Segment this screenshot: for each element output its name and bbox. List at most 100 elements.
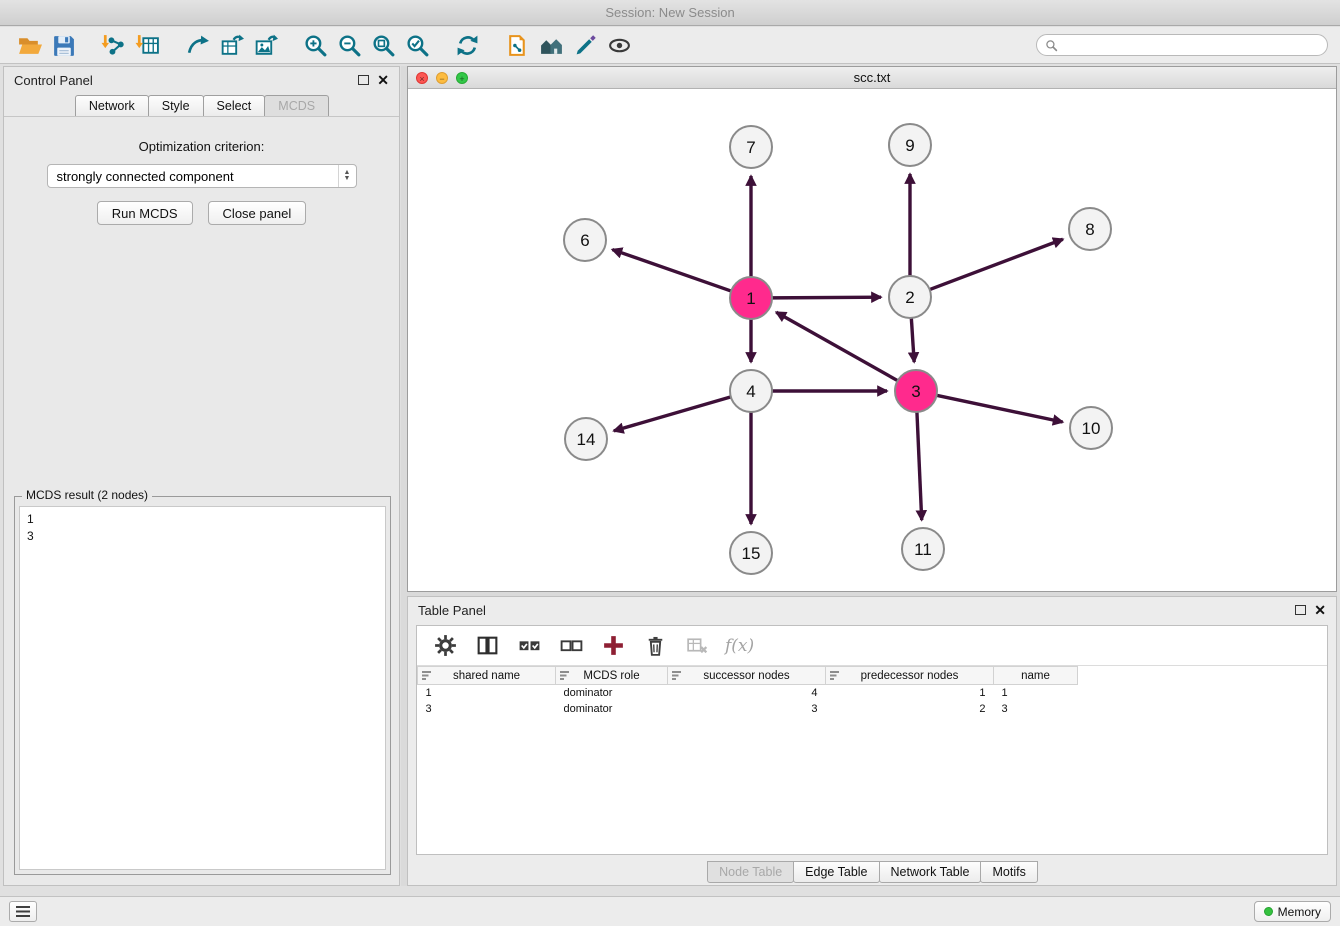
show-columns-button[interactable] — [473, 631, 501, 661]
graph-canvas[interactable]: 7 9 6 8 1 2 4 3 14 10 15 11 — [408, 89, 1336, 591]
graph-node-8[interactable]: 8 — [1069, 208, 1111, 250]
column-header-mcds-role[interactable]: MCDS role — [556, 667, 668, 685]
zoom-fit-icon — [371, 33, 396, 58]
table-cell[interactable]: 3 — [668, 701, 826, 717]
graph-node-2[interactable]: 2 — [889, 276, 931, 318]
new-network-button[interactable] — [180, 30, 214, 60]
tab-node-table[interactable]: Node Table — [707, 861, 794, 883]
tab-network[interactable]: Network — [75, 95, 149, 116]
graph-node-9[interactable]: 9 — [889, 124, 931, 166]
tab-mcds[interactable]: MCDS — [264, 95, 329, 116]
annotation-brush-button[interactable] — [568, 30, 602, 60]
zoom-in-button[interactable] — [298, 30, 332, 60]
open-file-button[interactable] — [12, 30, 46, 60]
checked-boxes-icon — [517, 633, 542, 658]
zoom-selected-button[interactable] — [400, 30, 434, 60]
add-row-button[interactable] — [599, 631, 627, 661]
graph-edge-1-2[interactable] — [772, 297, 881, 298]
deselect-all-button[interactable] — [557, 631, 585, 661]
delete-row-button[interactable] — [641, 631, 669, 661]
houses-icon — [539, 33, 564, 58]
table-cell[interactable]: 1 — [418, 685, 556, 701]
apply-style-button[interactable] — [500, 30, 534, 60]
export-image-button[interactable] — [248, 30, 282, 60]
table-row[interactable]: 1dominator411 — [418, 685, 1078, 701]
table-row[interactable]: 3dominator323 — [418, 701, 1078, 717]
search-input[interactable] — [1063, 38, 1319, 52]
graph-edge-2-3[interactable] — [911, 318, 914, 362]
task-history-button[interactable] — [9, 901, 37, 922]
graph-edge-3-1[interactable] — [776, 312, 897, 380]
first-neighbors-button[interactable] — [534, 30, 568, 60]
control-panel-title: Control Panel — [14, 73, 93, 88]
clone-network-button[interactable] — [214, 30, 248, 60]
table-cell[interactable]: dominator — [556, 701, 668, 717]
tab-network-table[interactable]: Network Table — [879, 861, 982, 883]
column-header-shared-name[interactable]: shared name — [418, 667, 556, 685]
import-network-button[interactable] — [96, 30, 130, 60]
column-header-successor-nodes[interactable]: successor nodes — [668, 667, 826, 685]
close-panel-icon[interactable]: ✕ — [377, 75, 389, 85]
save-session-button[interactable] — [46, 30, 80, 60]
float-panel-icon[interactable] — [358, 75, 369, 85]
criterion-dropdown[interactable]: strongly connected component ▲▼ — [47, 164, 357, 188]
mcds-result-line: 1 — [27, 511, 378, 528]
network-window-title: scc.txt — [854, 70, 891, 85]
graph-node-11[interactable]: 11 — [902, 528, 944, 570]
window-minimize-button[interactable]: − — [436, 72, 448, 84]
network-canvas[interactable]: 7 9 6 8 1 2 4 3 14 10 15 11 — [408, 89, 1336, 591]
column-type-icon — [422, 670, 433, 681]
graph-node-15[interactable]: 15 — [730, 532, 772, 574]
zoom-fit-button[interactable] — [366, 30, 400, 60]
tab-select[interactable]: Select — [203, 95, 266, 116]
select-all-button[interactable] — [515, 631, 543, 661]
table-settings-button[interactable] — [431, 631, 459, 661]
memory-button[interactable]: Memory — [1254, 901, 1331, 922]
mcds-result-list[interactable]: 1 3 — [19, 506, 386, 870]
column-header-predecessor-nodes[interactable]: predecessor nodes — [826, 667, 994, 685]
zoom-out-button[interactable] — [332, 30, 366, 60]
show-graphics-button[interactable] — [602, 30, 636, 60]
search-field[interactable] — [1036, 34, 1328, 56]
graph-node-3[interactable]: 3 — [895, 370, 937, 412]
import-table-button[interactable] — [130, 30, 164, 60]
refresh-button[interactable] — [450, 30, 484, 60]
table-cell[interactable]: dominator — [556, 685, 668, 701]
tab-edge-table[interactable]: Edge Table — [793, 861, 879, 883]
graph-node-10[interactable]: 10 — [1070, 407, 1112, 449]
table-cell[interactable]: 1 — [994, 685, 1078, 701]
column-header-name[interactable]: name — [994, 667, 1078, 685]
float-table-panel-icon[interactable] — [1295, 605, 1306, 615]
control-panel: Control Panel ✕ Network Style Select MCD… — [3, 66, 400, 886]
column-type-icon — [672, 670, 683, 681]
graph-edge-3-10[interactable] — [937, 395, 1063, 422]
delete-table-button[interactable] — [683, 631, 711, 661]
graph-node-7[interactable]: 7 — [730, 126, 772, 168]
function-builder-button[interactable]: f(x) — [725, 636, 754, 656]
table-cell[interactable]: 3 — [418, 701, 556, 717]
window-close-button[interactable]: × — [416, 72, 428, 84]
close-table-panel-icon[interactable]: ✕ — [1314, 605, 1326, 615]
mcds-result-group: MCDS result (2 nodes) 1 3 — [14, 496, 391, 875]
tab-motifs[interactable]: Motifs — [980, 861, 1037, 883]
window-zoom-button[interactable]: + — [456, 72, 468, 84]
table-cell[interactable]: 4 — [668, 685, 826, 701]
network-window-titlebar[interactable]: × − + scc.txt — [408, 67, 1336, 89]
close-panel-button[interactable]: Close panel — [208, 201, 307, 225]
tab-style[interactable]: Style — [148, 95, 204, 116]
graph-node-14[interactable]: 14 — [565, 418, 607, 460]
table-cell[interactable]: 1 — [826, 685, 994, 701]
graph-edge-1-6[interactable] — [612, 250, 731, 292]
gear-icon — [433, 633, 458, 658]
run-mcds-button[interactable]: Run MCDS — [97, 201, 193, 225]
graph-edge-3-11[interactable] — [917, 412, 922, 520]
graph-node-1[interactable]: 1 — [730, 277, 772, 319]
table-cell[interactable]: 3 — [994, 701, 1078, 717]
mcds-result-line: 3 — [27, 528, 378, 545]
column-type-icon — [830, 670, 841, 681]
graph-edge-4-14[interactable] — [614, 397, 731, 431]
graph-node-6[interactable]: 6 — [564, 219, 606, 261]
graph-node-4[interactable]: 4 — [730, 370, 772, 412]
graph-edge-2-8[interactable] — [930, 239, 1063, 289]
table-cell[interactable]: 2 — [826, 701, 994, 717]
